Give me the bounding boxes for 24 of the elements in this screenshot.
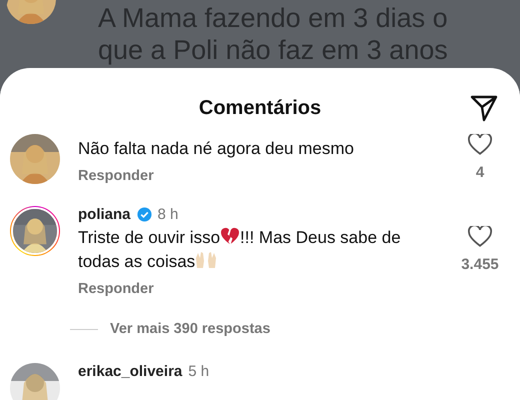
share-button[interactable] — [470, 94, 498, 122]
avatar[interactable] — [10, 363, 60, 400]
comment-time: 5 h — [188, 363, 210, 380]
verified-icon — [136, 207, 152, 222]
avatar[interactable] — [10, 206, 60, 256]
heart-icon — [468, 134, 492, 155]
view-replies-link[interactable]: Ver mais 390 respostas — [110, 321, 270, 337]
raised-hands-icon — [195, 249, 218, 269]
like-button[interactable] — [468, 226, 492, 248]
sheet-title: Comentários — [198, 96, 322, 120]
avatar[interactable] — [10, 134, 60, 184]
reply-link[interactable]: Responder — [78, 168, 154, 184]
like-count: 3.455 — [461, 256, 499, 273]
username[interactable]: poliana — [78, 206, 131, 223]
broken-heart-icon — [220, 227, 240, 245]
like-count: 4 — [476, 164, 484, 181]
comment-text: Não falta nada né agora deu mesmo — [78, 138, 355, 160]
paper-plane-icon — [470, 94, 498, 122]
like-button[interactable] — [468, 134, 492, 156]
comment-time: 8 h — [158, 206, 178, 223]
heart-icon — [468, 226, 492, 247]
reply-link[interactable]: Responder — [78, 281, 154, 297]
username[interactable]: erikac_oliveira — [78, 363, 182, 380]
comment-text: Triste de ouvir isso !!! Mas Deus sabe de todas as coisas — [78, 227, 402, 273]
